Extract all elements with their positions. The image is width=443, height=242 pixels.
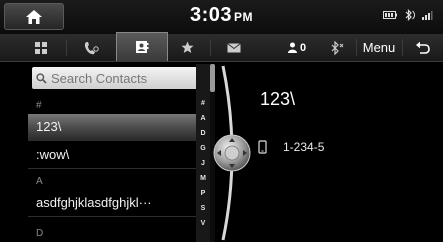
favorites-star-icon [181,41,193,53]
messages-envelope-icon [227,42,241,52]
battery-icon [383,11,397,19]
back-arrow-icon [416,41,430,54]
toolbar-divider [402,39,403,56]
status-icons [383,9,433,21]
network-signal-icon [422,11,433,20]
phone-toolbar: 0 Menu [0,32,443,62]
toolbar-divider [66,39,67,56]
search-icon [36,72,47,84]
bluetooth-signal-icon [405,9,415,21]
search-placeholder: Search Contacts [51,70,148,86]
contact-count: 0 [280,34,314,61]
contact-phone-number[interactable]: 1-234-5 [283,140,324,154]
menu-button-label: Menu [362,40,396,55]
tab-favorites[interactable] [170,34,204,61]
controller-knob-icon[interactable] [212,133,252,173]
back-button[interactable] [404,34,440,61]
recent-calls-icon [84,41,99,54]
clock-time: 3:03 [189,4,233,26]
clock: 3:03 PM [0,4,443,27]
person-icon [287,42,297,53]
tab-dial-keypad[interactable] [18,34,64,61]
bluetooth-off-icon [331,40,344,55]
tab-contacts[interactable] [116,32,168,61]
dial-keypad-icon [35,41,47,54]
bluetooth-button[interactable] [318,34,354,61]
phone-contacts-screen: 3:03 PM 0 Menu Search Contacts # 123\:w… [0,0,443,242]
tab-recent-calls[interactable] [68,34,114,61]
clock-ampm: PM [234,10,254,24]
menu-button[interactable]: Menu [358,34,400,61]
status-bar: 3:03 PM [0,0,443,34]
toolbar-divider [210,39,211,56]
contacts-icon [136,41,149,53]
contact-count-value: 0 [299,41,307,54]
contact-detail-name: 123\ [260,89,296,109]
toolbar-divider [356,39,357,56]
tab-messages[interactable] [214,34,254,61]
mobile-phone-icon [258,140,267,154]
